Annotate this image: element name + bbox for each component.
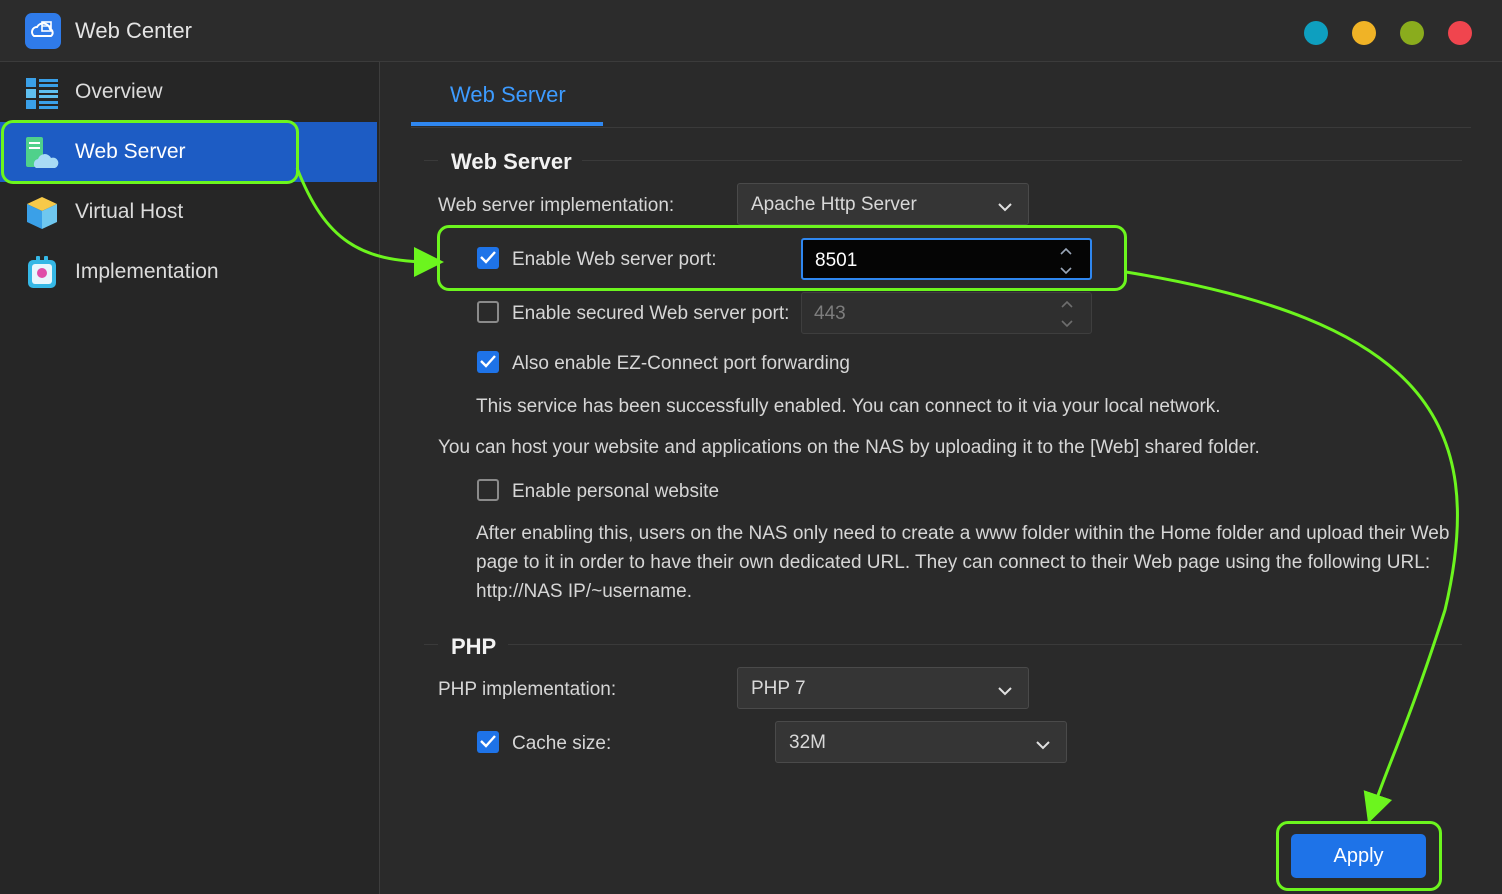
section-divider xyxy=(424,644,438,645)
php-implementation-select[interactable]: PHP 7 xyxy=(737,667,1029,709)
cache-size-checkbox[interactable] xyxy=(477,731,499,753)
title-bar: Web Center xyxy=(0,0,1502,62)
personal-website-checkbox[interactable] xyxy=(477,479,499,501)
web-center-app-icon xyxy=(25,13,61,49)
sidebar: Overview Web Server Virtual Host Impleme… xyxy=(0,62,380,894)
web-server-implementation-select[interactable]: Apache Http Server xyxy=(737,183,1029,225)
section-title-php: PHP xyxy=(451,634,497,659)
tab-label: Web Server xyxy=(450,82,566,107)
sidebar-item-label: Web Server xyxy=(75,140,186,163)
sidebar-item-web-server[interactable]: Web Server xyxy=(0,122,377,182)
ez-connect-label: Also enable EZ-Connect port forwarding xyxy=(512,353,850,374)
window-yellow-button[interactable] xyxy=(1352,21,1376,45)
personal-website-description: After enabling this, users on the NAS on… xyxy=(476,523,1450,602)
web-server-port-label: Enable Web server port: xyxy=(512,249,717,270)
sidebar-item-overview[interactable]: Overview xyxy=(0,62,377,122)
web-server-implementation-label: Web server implementation: xyxy=(438,195,675,216)
sidebar-item-label: Virtual Host xyxy=(75,200,184,223)
tab-divider xyxy=(411,127,1471,128)
window-teal-button[interactable] xyxy=(1304,21,1328,45)
section-divider xyxy=(582,160,1462,161)
select-value: PHP 7 xyxy=(751,678,806,699)
main-panel: Web Server Web Server Web server impleme… xyxy=(380,62,1502,894)
sidebar-item-label: Overview xyxy=(75,80,163,103)
chevron-down-icon xyxy=(998,199,1012,217)
chevron-down-icon xyxy=(998,683,1012,701)
select-value: Apache Http Server xyxy=(751,194,917,215)
check-icon xyxy=(480,735,496,748)
personal-website-label: Enable personal website xyxy=(512,481,720,502)
window-red-button[interactable] xyxy=(1448,21,1472,45)
check-icon xyxy=(480,355,496,368)
window-green-button[interactable] xyxy=(1400,21,1424,45)
apply-button[interactable]: Apply xyxy=(1291,834,1426,878)
virtual-host-icon xyxy=(24,195,60,231)
section-divider xyxy=(508,644,1462,645)
cache-size-label: Cache size: xyxy=(512,733,612,754)
overview-icon xyxy=(24,75,60,111)
web-server-port-checkbox[interactable] xyxy=(477,247,499,269)
check-icon xyxy=(480,251,496,264)
window-title: Web Center xyxy=(75,18,192,43)
chevron-down-icon xyxy=(1036,737,1050,755)
spinner-arrows-icon[interactable] xyxy=(1061,299,1073,329)
section-title-web-server: Web Server xyxy=(451,149,572,174)
sidebar-item-implementation[interactable]: Implementation xyxy=(0,242,377,302)
section-divider xyxy=(424,160,438,161)
sidebar-item-label: Implementation xyxy=(75,260,219,283)
web-server-port-input[interactable]: 8501 xyxy=(801,238,1092,280)
implementation-icon xyxy=(24,255,60,291)
secure-port-label: Enable secured Web server port: xyxy=(512,303,790,324)
spinner-arrows-icon[interactable] xyxy=(1060,246,1072,276)
secure-port-checkbox[interactable] xyxy=(477,301,499,323)
secure-port-value: 443 xyxy=(814,303,846,324)
ez-connect-checkbox[interactable] xyxy=(477,351,499,373)
service-status-text: This service has been successfully enabl… xyxy=(476,396,1221,417)
sidebar-item-virtual-host[interactable]: Virtual Host xyxy=(0,182,377,242)
tab-web-server[interactable]: Web Server xyxy=(411,78,603,126)
select-value: 32M xyxy=(789,732,826,753)
secure-port-input[interactable]: 443 xyxy=(801,292,1092,334)
tab-underline xyxy=(411,122,603,126)
web-server-icon xyxy=(24,135,60,171)
host-info-text: You can host your website and applicatio… xyxy=(438,437,1260,458)
cache-size-select[interactable]: 32M xyxy=(775,721,1067,763)
port-value: 8501 xyxy=(815,250,858,271)
php-implementation-label: PHP implementation: xyxy=(438,679,617,700)
